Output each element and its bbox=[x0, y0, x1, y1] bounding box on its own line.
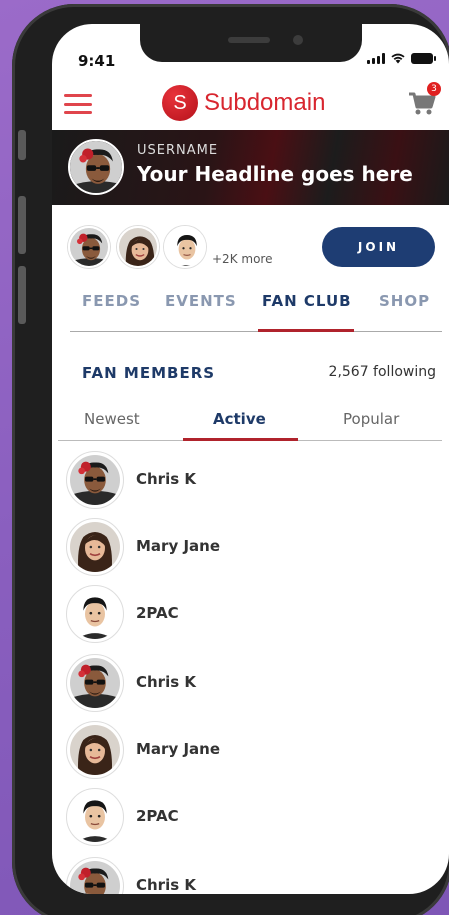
list-item[interactable]: Chris K bbox=[52, 448, 449, 512]
wifi-icon bbox=[390, 52, 406, 64]
camera bbox=[293, 35, 303, 45]
tab-feeds[interactable]: FEEDS bbox=[82, 292, 141, 310]
volume-up-button bbox=[18, 196, 26, 254]
member-name[interactable]: Mary Jane bbox=[136, 740, 220, 758]
active-subtab-indicator bbox=[183, 438, 298, 441]
subtab-popular[interactable]: Popular bbox=[343, 410, 399, 428]
member-name[interactable]: Chris K bbox=[136, 673, 196, 691]
member-avatar[interactable] bbox=[66, 788, 124, 846]
member-name[interactable]: Chris K bbox=[136, 876, 196, 894]
profile-headline: Your Headline goes here bbox=[137, 162, 413, 186]
cart-icon[interactable]: 3 bbox=[407, 82, 441, 118]
brand-logo[interactable]: S Subdomain bbox=[162, 85, 325, 121]
members-preview: +2K more JOIN bbox=[52, 224, 449, 274]
profile-username: USERNAME bbox=[137, 143, 219, 158]
more-members-count[interactable]: +2K more bbox=[212, 252, 272, 266]
member-avatar[interactable] bbox=[66, 518, 124, 576]
menu-icon[interactable] bbox=[64, 92, 92, 116]
member-preview-avatar[interactable] bbox=[164, 226, 206, 268]
member-sort-tabs: Newest Active Popular bbox=[58, 410, 442, 441]
list-item[interactable]: Mary Jane bbox=[52, 718, 449, 782]
tab-shop[interactable]: SHOP bbox=[379, 292, 430, 310]
member-avatar[interactable] bbox=[66, 721, 124, 779]
notch bbox=[140, 24, 362, 62]
brand-name: Subdomain bbox=[204, 89, 326, 116]
fan-members-title: FAN MEMBERS bbox=[82, 364, 216, 382]
following-count[interactable]: 2,567 following bbox=[329, 364, 436, 380]
speaker bbox=[228, 37, 270, 43]
screen: 9:41 S Subdomain 3 USERNAME Your Headlin… bbox=[52, 24, 449, 894]
member-avatar[interactable] bbox=[66, 585, 124, 643]
member-name[interactable]: 2PAC bbox=[136, 604, 179, 622]
subtab-newest[interactable]: Newest bbox=[84, 410, 140, 428]
volume-down-button bbox=[18, 266, 26, 324]
member-name[interactable]: Chris K bbox=[136, 470, 196, 488]
member-avatar[interactable] bbox=[66, 451, 124, 509]
status-icons bbox=[367, 52, 436, 64]
subtab-active[interactable]: Active bbox=[213, 410, 266, 428]
logo-mark: S bbox=[162, 85, 198, 121]
main-tabs: FEEDS EVENTS FAN CLUB SHOP bbox=[70, 292, 442, 332]
status-time: 9:41 bbox=[78, 52, 116, 70]
list-item[interactable]: 2PAC bbox=[52, 582, 449, 646]
join-button[interactable]: JOIN bbox=[322, 227, 435, 267]
list-item[interactable]: 2PAC bbox=[52, 785, 449, 849]
phone-frame: 9:41 S Subdomain 3 USERNAME Your Headlin… bbox=[12, 4, 449, 915]
tab-fan-club[interactable]: FAN CLUB bbox=[262, 292, 352, 310]
member-name[interactable]: 2PAC bbox=[136, 807, 179, 825]
list-item[interactable]: Mary Jane bbox=[52, 515, 449, 579]
list-item[interactable]: Chris K bbox=[52, 854, 449, 894]
app-header: S Subdomain 3 bbox=[52, 82, 449, 132]
tab-events[interactable]: EVENTS bbox=[165, 292, 237, 310]
member-preview-avatar[interactable] bbox=[117, 226, 159, 268]
member-avatar[interactable] bbox=[66, 654, 124, 712]
mute-switch bbox=[18, 130, 26, 160]
profile-hero-banner: USERNAME Your Headline goes here bbox=[52, 130, 449, 205]
battery-icon bbox=[411, 52, 436, 64]
active-tab-indicator bbox=[258, 329, 354, 332]
cart-count-badge: 3 bbox=[427, 82, 441, 96]
member-name[interactable]: Mary Jane bbox=[136, 537, 220, 555]
member-preview-avatar[interactable] bbox=[68, 226, 110, 268]
profile-avatar[interactable] bbox=[68, 139, 124, 195]
list-item[interactable]: Chris K bbox=[52, 651, 449, 715]
signal-icon bbox=[367, 52, 385, 64]
member-avatar[interactable] bbox=[66, 857, 124, 894]
